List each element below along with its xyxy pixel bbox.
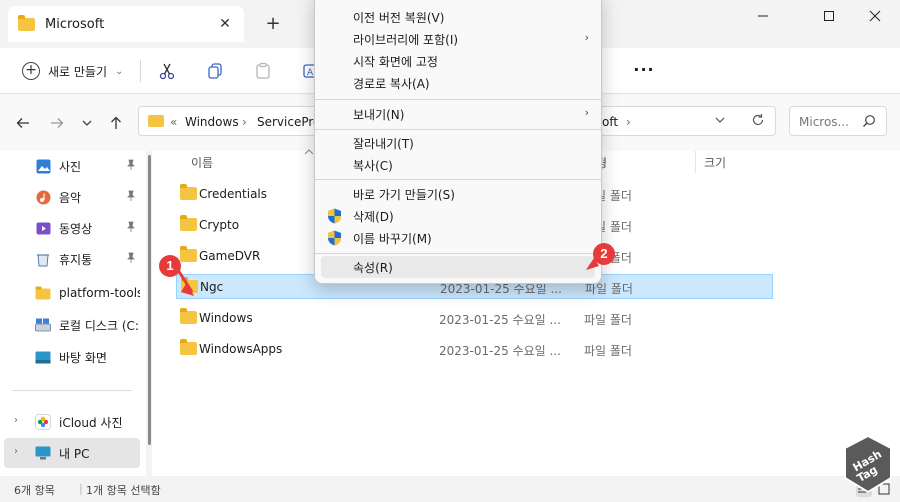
annotation-pointer-one-head	[181, 282, 194, 296]
annotation-badge-two: 2	[593, 243, 615, 265]
hashtag-logo: Hash Tag	[842, 434, 894, 499]
annotation-arrows	[176, 254, 602, 296]
annotation-badge-one: 1	[159, 255, 181, 277]
